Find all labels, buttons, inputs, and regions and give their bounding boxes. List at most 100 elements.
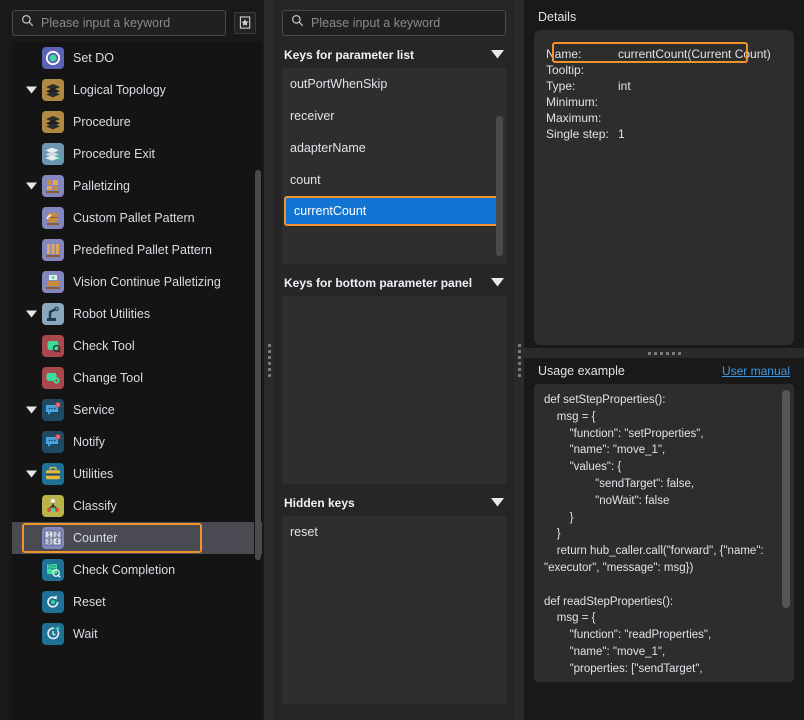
tree-item-label: Vision Continue Palletizing (73, 275, 221, 289)
key-list-item[interactable]: reset (282, 516, 506, 548)
tree-item-label: Procedure (73, 115, 131, 129)
usage-example-header: Usage example User manual (534, 358, 794, 384)
tree-item-palletizing[interactable]: Palletizing (12, 170, 262, 202)
tree-item-procedure-exit[interactable]: Procedure Exit (12, 138, 262, 170)
tree-item-classify[interactable]: Classify (12, 490, 262, 522)
tree-item-vision-continue-palletizing[interactable]: Vision Continue Palletizing (12, 266, 262, 298)
reset-icon (42, 591, 64, 613)
section-header-parameter-list[interactable]: Keys for parameter list (282, 42, 506, 68)
chevron-down-icon[interactable] (20, 406, 42, 414)
tree-item-reset[interactable]: Reset (12, 586, 262, 618)
chevron-down-icon[interactable] (491, 276, 504, 290)
robot-arm-icon (42, 303, 64, 325)
splitter-dots-icon (648, 352, 681, 355)
chevron-down-icon[interactable] (20, 310, 42, 318)
usage-example-title: Usage example (538, 364, 625, 378)
section-title: Keys for bottom parameter panel (284, 276, 472, 290)
section-header-hidden-keys[interactable]: Hidden keys (282, 490, 506, 516)
chevron-down-icon[interactable] (20, 470, 42, 478)
tree-item-label: Classify (73, 499, 117, 513)
parameter-list-scroll-thumb[interactable] (496, 116, 503, 256)
chevron-down-icon[interactable] (20, 182, 42, 190)
details-properties: Name:currentCount(Current Count)Tooltip:… (546, 42, 782, 142)
predefined-pallet-icon (42, 239, 64, 261)
chevron-down-icon[interactable] (491, 496, 504, 510)
step-tree[interactable]: Set DO Logical Topology Procedure Procedure… (12, 42, 262, 720)
tree-item-wait[interactable]: Wait (12, 618, 262, 650)
right-splitter[interactable] (514, 0, 524, 720)
tree-item-set-do[interactable]: Set DO (12, 42, 262, 74)
parameter-list-body[interactable]: outPortWhenSkipreceiveradapterName count c… (282, 68, 506, 264)
tree-item-label: Custom Pallet Pattern (73, 211, 195, 225)
tree-item-label: Change Tool (73, 371, 143, 385)
key-list-item[interactable]: receiver (282, 100, 506, 132)
tree-item-label: Counter (73, 531, 117, 545)
tree-item-label: Check Tool (73, 339, 135, 353)
chevron-down-icon[interactable] (491, 48, 504, 62)
tree-item-service[interactable]: 1Service (12, 394, 262, 426)
bookmark-star-icon[interactable] (234, 12, 256, 34)
detail-key: Single step: (546, 126, 618, 142)
detail-key: Minimum: (546, 94, 618, 110)
bottom-panel-keys-body[interactable] (282, 296, 506, 484)
splitter-dots-icon (268, 344, 271, 377)
tree-item-robot-utilities[interactable]: Robot Utilities (12, 298, 262, 330)
tree-item-label: Palletizing (73, 179, 130, 193)
key-list-item[interactable]: currentCount (284, 196, 502, 226)
tree-item-check-tool[interactable]: Check Tool (12, 330, 262, 362)
tree-item-check-completion[interactable]: Check Completion (12, 554, 262, 586)
chevron-down-icon[interactable] (20, 86, 42, 94)
check-tool-icon (42, 335, 64, 357)
key-list-item[interactable]: outPortWhenSkip (282, 68, 506, 100)
code-scrollbar[interactable] (782, 390, 790, 676)
step-search-input[interactable]: Please input a keyword (12, 10, 226, 36)
tree-item-change-tool[interactable]: Change Tool (12, 362, 262, 394)
detail-value: 1 (618, 126, 782, 142)
layers-exit-icon (42, 143, 64, 165)
section-title: Keys for parameter list (284, 48, 414, 62)
tree-item-logical-topology[interactable]: Logical Topology (12, 74, 262, 106)
left-splitter[interactable] (264, 0, 274, 720)
code-scroll-thumb[interactable] (782, 390, 790, 608)
usage-example-code: def setStepProperties(): msg = { "functi… (544, 392, 784, 678)
detail-row: Maximum: (546, 110, 782, 126)
user-manual-link[interactable]: User manual (722, 364, 790, 378)
detail-row: Name:currentCount(Current Count) (546, 46, 782, 62)
detail-key: Maximum: (546, 110, 618, 126)
tree-item-label: Set DO (73, 51, 114, 65)
tree-item-counter[interactable]: 1234Counter (12, 522, 262, 554)
tree-item-procedure[interactable]: Procedure (12, 106, 262, 138)
step-tree-rows: Set DO Logical Topology Procedure Procedure… (12, 42, 262, 650)
pallet-icon (42, 175, 64, 197)
key-list-item-label: reset (290, 525, 318, 539)
tree-item-label: Logical Topology (73, 83, 166, 97)
step-search-placeholder: Please input a keyword (41, 16, 170, 30)
tree-item-label: Utilities (73, 467, 113, 481)
parameter-list-scrollbar[interactable] (496, 74, 503, 258)
section-header-bottom-panel[interactable]: Keys for bottom parameter panel (282, 270, 506, 296)
keys-search-input[interactable]: Please input a keyword (282, 10, 506, 36)
step-tree-scrollbar[interactable] (254, 42, 261, 720)
tree-item-utilities[interactable]: Utilities (12, 458, 262, 490)
detail-row: Tooltip: (546, 62, 782, 78)
key-list-item-label: count (290, 173, 321, 187)
service-notify-icon: 1 (42, 399, 64, 421)
details-usage-splitter[interactable] (524, 348, 804, 358)
tree-item-custom-pallet-pattern[interactable]: Custom Pallet Pattern (12, 202, 262, 234)
detail-value: currentCount(Current Count) (618, 46, 782, 62)
page-title: Details (534, 0, 794, 30)
tree-item-notify[interactable]: 1Notify (12, 426, 262, 458)
tree-item-label: Robot Utilities (73, 307, 150, 321)
step-tree-scroll-thumb[interactable] (255, 170, 261, 560)
usage-example-code-card[interactable]: def setStepProperties(): msg = { "functi… (534, 384, 794, 682)
keys-panel: Please input a keyword Keys for paramete… (274, 0, 514, 720)
tree-item-label: Predefined Pallet Pattern (73, 243, 212, 257)
detail-key: Tooltip: (546, 62, 618, 78)
hidden-keys-body[interactable]: reset (282, 516, 506, 704)
key-list-item[interactable]: adapterName (282, 132, 506, 164)
hidden-keys-items: reset (282, 516, 506, 548)
tree-item-label: Wait (73, 627, 98, 641)
key-list-item[interactable]: count (282, 164, 506, 196)
tree-item-predefined-pallet-pattern[interactable]: Predefined Pallet Pattern (12, 234, 262, 266)
parameter-list-items: outPortWhenSkipreceiveradapterName count c… (282, 68, 506, 226)
